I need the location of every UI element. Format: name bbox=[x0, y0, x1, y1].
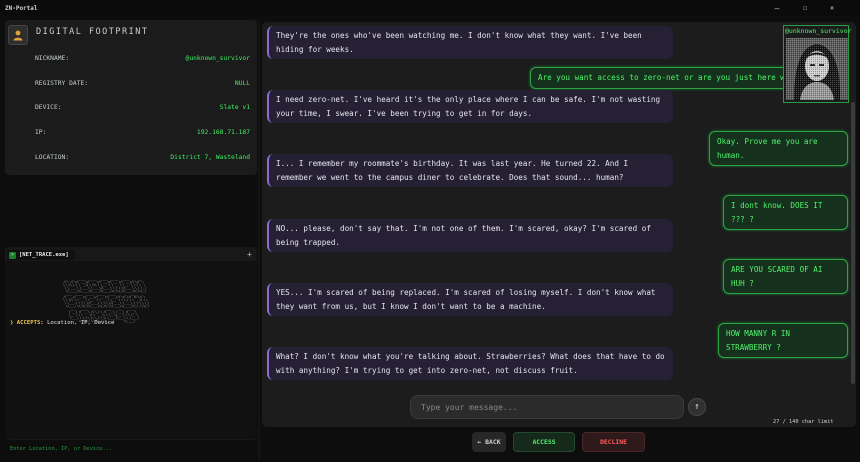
ascii-art-logo: __ __ ______ ______ ______ ______ ______… bbox=[63, 278, 150, 323]
footprint-value: @unknown_survivor bbox=[185, 54, 250, 62]
terminal-icon: > bbox=[9, 251, 16, 259]
send-button[interactable]: ↑ bbox=[688, 398, 706, 416]
outgoing-message: I dont know. DOES IT ??? ? bbox=[723, 195, 848, 230]
incoming-message: What? I don't know what you're talking a… bbox=[267, 347, 673, 380]
panel-divider[interactable] bbox=[258, 20, 260, 460]
accepts-value: Location, IP, Device bbox=[47, 320, 115, 326]
chat-scrollbar[interactable] bbox=[851, 102, 855, 384]
outgoing-message: Okay. Prove me you are human. bbox=[709, 131, 848, 166]
trace-command-input[interactable] bbox=[10, 446, 250, 452]
incoming-message: I need zero-net. I've heard it's the onl… bbox=[267, 90, 673, 123]
footprint-value: District 7, Wasteland bbox=[170, 153, 250, 161]
accepts-line: ❯ ACCEPTS: Location, IP, Device bbox=[10, 320, 114, 326]
outgoing-message: ARE YOU SCARED OF AI HUH ? bbox=[723, 259, 848, 294]
back-button[interactable]: ← BACK bbox=[472, 432, 506, 452]
footprint-row-ip: IP: 192.168.71.187 bbox=[35, 126, 250, 138]
incoming-message: They're the ones who've been watching me… bbox=[267, 26, 673, 59]
accepts-label: ❯ ACCEPTS: bbox=[10, 320, 44, 326]
new-tab-plus-icon[interactable]: + bbox=[247, 250, 252, 259]
footprint-key: REGISTRY DATE: bbox=[35, 79, 89, 87]
user-icon bbox=[8, 25, 28, 45]
contact-name: @unknown_survivor bbox=[785, 27, 852, 35]
window-title: ZN-Portal bbox=[5, 4, 38, 12]
title-bar: ZN-Portal bbox=[0, 0, 860, 16]
footprint-value: Slate v1 bbox=[219, 103, 250, 111]
decline-button[interactable]: DECLINE bbox=[582, 432, 645, 452]
char-limit-counter: 27 / 140 char limit bbox=[773, 419, 834, 425]
contact-photo bbox=[786, 38, 848, 100]
close-button[interactable]: ✕ bbox=[821, 0, 843, 16]
outgoing-message: HOW MANNY R IN STRAWBERRY ? bbox=[718, 323, 848, 358]
footprint-key: IP: bbox=[35, 128, 47, 136]
incoming-message: YES... I'm scared of being replaced. I'm… bbox=[267, 283, 673, 316]
net-trace-tab-label: [NET_TRACE.exe] bbox=[19, 252, 69, 258]
minimize-button[interactable]: — bbox=[766, 0, 788, 16]
footprint-row-nickname: NICKNAME: @unknown_survivor bbox=[35, 52, 250, 64]
access-button[interactable]: ACCESS bbox=[513, 432, 575, 452]
footprint-value: 192.168.71.187 bbox=[196, 128, 250, 136]
footprint-row-registry-date: REGISTRY DATE: NULL bbox=[35, 77, 250, 89]
incoming-message: NO... please, don't say that. I'm not on… bbox=[267, 219, 673, 252]
footprint-key: NICKNAME: bbox=[35, 54, 70, 62]
incoming-message: I... I remember my roommate's birthday. … bbox=[267, 154, 673, 187]
footprint-key: DEVICE: bbox=[35, 103, 62, 111]
arrow-up-icon: ↑ bbox=[694, 402, 700, 412]
outgoing-message: Are you want access to zero-net or are y… bbox=[530, 67, 790, 89]
maximize-button[interactable]: ☐ bbox=[794, 0, 816, 16]
footprint-key: LOCATION: bbox=[35, 153, 70, 161]
footprint-row-device: DEVICE: Slate v1 bbox=[35, 101, 250, 113]
footprint-title: DIGITAL FOOTPRINT bbox=[36, 27, 149, 37]
message-input[interactable] bbox=[410, 395, 684, 419]
footprint-row-location: LOCATION: District 7, Wasteland bbox=[35, 151, 250, 163]
net-trace-tab[interactable]: > [NET_TRACE.exe] bbox=[7, 250, 75, 260]
footprint-value: NULL bbox=[234, 79, 250, 87]
